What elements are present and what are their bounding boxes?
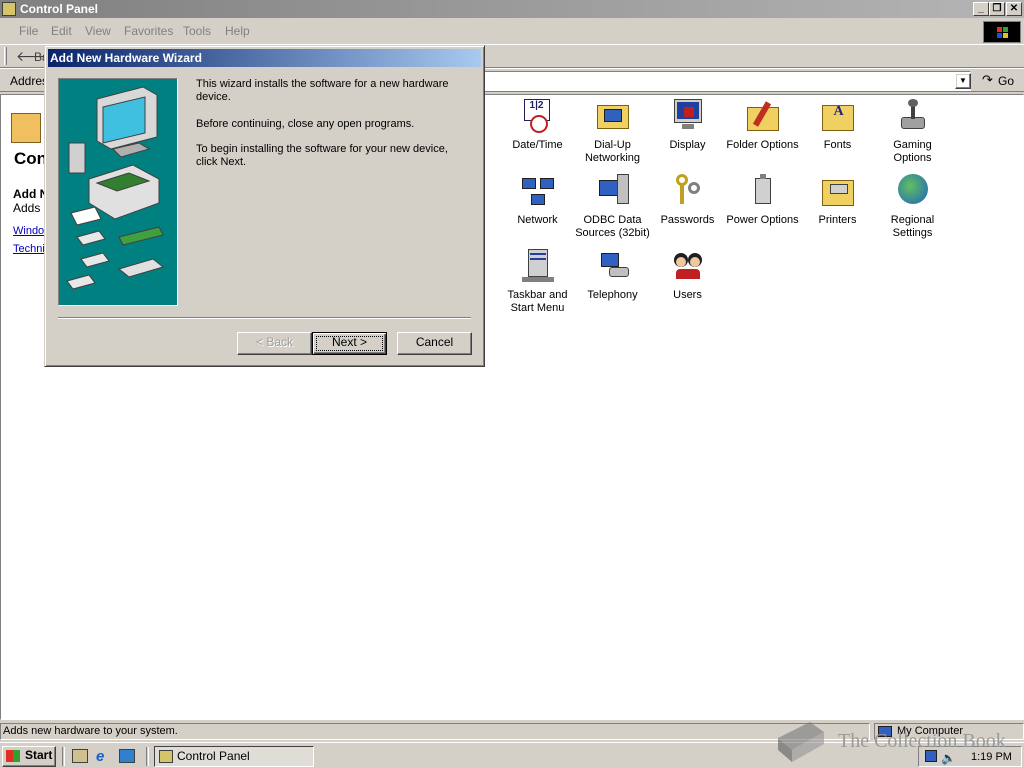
main-window-title: Control Panel — [20, 2, 99, 16]
icon-label: Taskbar and Start Menu — [507, 289, 568, 314]
icon-label: Passwords — [660, 214, 715, 226]
quicklaunch-separator — [62, 747, 65, 766]
icon-label: Fonts — [823, 139, 852, 151]
dialog-paragraph-3: To begin installing the software for you… — [196, 143, 448, 168]
dialog-separator — [58, 317, 471, 319]
start-label: Start — [25, 748, 53, 762]
show-desktop-icon[interactable] — [72, 749, 88, 763]
dialog-paragraph-1: This wizard installs the software for a … — [196, 78, 449, 103]
taskbar-button-control-panel[interactable]: Control Panel — [154, 746, 314, 767]
clock-calendar-icon: 1|2 — [520, 99, 556, 133]
icon-display[interactable]: Display — [650, 99, 725, 152]
icon-label: Printers — [818, 214, 857, 226]
status-text: Adds new hardware to your system. — [0, 723, 870, 740]
icon-dial-up-networking[interactable]: Dial-Up Networking — [575, 99, 650, 165]
control-panel-app-icon — [2, 2, 16, 16]
outlook-express-icon[interactable] — [119, 749, 135, 763]
icon-regional-settings[interactable]: Regional Settings — [875, 174, 950, 240]
menu-favorites[interactable]: Favorites — [124, 24, 173, 38]
printers-folder-icon — [820, 174, 856, 208]
next-button[interactable]: Next > — [312, 332, 387, 355]
folder-options-icon — [745, 99, 781, 133]
icon-label: Users — [673, 289, 702, 301]
icon-label: Date/Time — [512, 139, 563, 151]
icon-printers[interactable]: Printers — [800, 174, 875, 227]
main-window-titlebar[interactable]: Control Panel — [0, 0, 1024, 18]
icon-label: Telephony — [587, 289, 638, 301]
go-arrow-icon[interactable]: ↷ — [982, 72, 993, 88]
add-hardware-wizard-dialog: Add New Hardware Wizard This wizard inst… — [44, 45, 485, 367]
dialup-networking-icon — [595, 99, 631, 133]
display-icon — [670, 99, 706, 133]
control-panel-task-icon — [159, 750, 173, 763]
icon-taskbar-start-menu[interactable]: Taskbar and Start Menu — [500, 249, 575, 315]
menu-view[interactable]: View — [85, 24, 111, 38]
status-zone: My Computer — [874, 723, 1024, 740]
left-panel-title: Con — [14, 149, 48, 168]
menu-file[interactable]: File — [19, 24, 38, 38]
toolbar-grip — [4, 47, 7, 65]
windows-logo-icon — [983, 21, 1021, 43]
restore-button[interactable]: ❐ — [989, 2, 1005, 16]
icon-users[interactable]: Users — [650, 249, 725, 302]
clock[interactable]: 1:19 PM — [971, 748, 1012, 766]
address-dropdown-button[interactable]: ▼ — [955, 73, 971, 89]
icon-label: Network — [517, 214, 558, 226]
menu-bar: File Edit View Favorites Tools Help — [0, 20, 1024, 44]
icon-date-time[interactable]: 1|2 Date/Time — [500, 99, 575, 152]
odbc-icon — [595, 174, 631, 208]
icon-label: Gaming Options — [893, 139, 932, 164]
icon-fonts[interactable]: A Fonts — [800, 99, 875, 152]
control-panel-header-icon — [11, 113, 41, 143]
close-button[interactable]: ✕ — [1006, 2, 1022, 16]
icon-network[interactable]: Network — [500, 174, 575, 227]
network-status-icon[interactable] — [925, 750, 937, 762]
my-computer-icon — [878, 726, 892, 737]
minimize-button[interactable]: _ — [973, 2, 989, 16]
icon-label: Power Options — [726, 214, 799, 226]
icon-label: Folder Options — [726, 139, 799, 151]
menu-tools[interactable]: Tools — [183, 24, 211, 38]
icon-label: Dial-Up Networking — [584, 139, 641, 164]
network-icon — [520, 174, 556, 208]
left-panel-link-technical[interactable]: Techni — [13, 243, 45, 255]
users-icon — [670, 249, 706, 283]
status-zone-label: My Computer — [897, 725, 964, 737]
icon-power-options[interactable]: Power Options — [725, 174, 800, 227]
taskbar-button-label: Control Panel — [177, 749, 250, 763]
status-bar: Adds new hardware to your system. My Com… — [0, 722, 1024, 740]
keys-icon — [670, 174, 706, 208]
icon-gaming-options[interactable]: Gaming Options — [875, 99, 950, 165]
back-button[interactable]: < Back — [237, 332, 312, 355]
icon-odbc[interactable]: ODBC Data Sources (32bit) — [575, 174, 650, 240]
power-icon — [745, 174, 781, 208]
taskbar-icon — [520, 249, 556, 283]
menu-help[interactable]: Help — [225, 24, 250, 38]
left-panel-link-windows[interactable]: Windo — [13, 225, 44, 237]
globe-icon — [895, 174, 931, 208]
internet-explorer-icon[interactable]: e — [96, 748, 104, 765]
dialog-paragraph-2: Before continuing, close any open progra… — [196, 118, 415, 130]
go-button[interactable]: Go — [998, 74, 1014, 88]
hardware-wizard-illustration — [58, 78, 178, 306]
windows-flag-icon — [6, 750, 20, 762]
icon-label: ODBC Data Sources (32bit) — [575, 214, 650, 239]
system-tray: 🔈 1:19 PM — [918, 746, 1022, 767]
fonts-folder-icon: A — [820, 99, 856, 133]
volume-icon[interactable]: 🔈 — [941, 749, 956, 767]
icon-telephony[interactable]: Telephony — [575, 249, 650, 302]
dialog-titlebar[interactable]: Add New Hardware Wizard — [48, 49, 481, 67]
taskbar: Start e Control Panel 🔈 1:19 PM — [0, 742, 1024, 768]
icon-passwords[interactable]: Passwords — [650, 174, 725, 227]
menu-edit[interactable]: Edit — [51, 24, 72, 38]
dialog-title: Add New Hardware Wizard — [50, 51, 202, 65]
icon-label: Display — [669, 139, 706, 151]
telephone-icon — [595, 249, 631, 283]
icon-label: Regional Settings — [890, 214, 935, 239]
icon-folder-options[interactable]: Folder Options — [725, 99, 800, 152]
start-button[interactable]: Start — [2, 746, 56, 767]
taskbar-separator — [146, 747, 149, 766]
cancel-button[interactable]: Cancel — [397, 332, 472, 355]
joystick-icon — [895, 99, 931, 133]
